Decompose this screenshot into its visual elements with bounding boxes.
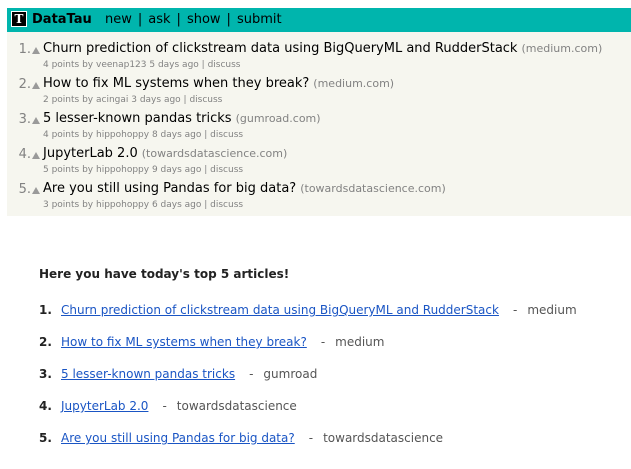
story-domain: (towardsdatascience.com) <box>141 147 288 160</box>
story-title-link[interactable]: 5 lesser-known pandas tricks <box>43 111 232 126</box>
story-rank: 1. <box>18 42 31 57</box>
article-row: 5. Are you still using Pandas for big dat… <box>39 430 443 446</box>
article-dash: - <box>249 367 254 381</box>
list-item: 5. Are you still using Pandas for big da… <box>7 181 631 216</box>
story-title-line: JupyterLab 2.0 (towardsdatascience.com) <box>43 146 287 162</box>
upvote-arrow-icon[interactable] <box>32 152 40 159</box>
discuss-link[interactable]: discuss <box>210 130 243 140</box>
site-name[interactable]: DataTau <box>32 12 92 28</box>
story-subtext: 4 points by hippohoppy 8 days ago | disc… <box>43 130 244 140</box>
article-number: 2. <box>39 335 52 349</box>
article-link[interactable]: JupyterLab 2.0 <box>61 399 148 413</box>
story-subtext: 5 points by hippohoppy 9 days ago | disc… <box>43 165 244 175</box>
story-title-line: How to fix ML systems when they break? (m… <box>43 76 394 92</box>
article-source: medium <box>527 303 577 317</box>
list-item: 1. Churn prediction of clickstream data … <box>7 41 631 76</box>
nav-new[interactable]: new <box>105 12 132 27</box>
article-link[interactable]: 5 lesser-known pandas tricks <box>61 367 235 381</box>
story-rank: 2. <box>18 77 31 92</box>
article-source: towardsdatascience <box>176 399 297 413</box>
article-dash: - <box>512 303 518 317</box>
discuss-link[interactable]: discuss <box>210 165 243 175</box>
article-link[interactable]: How to fix ML systems when they break? <box>61 335 307 349</box>
upvote-arrow-icon[interactable] <box>32 82 40 89</box>
upvote-arrow-icon[interactable] <box>32 117 40 124</box>
nav-separator: | <box>226 12 231 27</box>
discuss-link[interactable]: discuss <box>189 95 222 105</box>
story-title-link[interactable]: JupyterLab 2.0 <box>43 146 138 161</box>
nav-ask[interactable]: ask <box>148 12 170 27</box>
list-item: 3. 5 lesser-known pandas tricks (gumroad.… <box>7 111 631 146</box>
article-number: 3. <box>39 367 52 381</box>
article-source: medium <box>335 335 385 349</box>
story-meta: 5 points by hippohoppy 9 days ago <box>43 165 202 175</box>
datatau-logo-icon[interactable]: T <box>11 11 27 27</box>
article-link[interactable]: Are you still using Pandas for big data? <box>61 431 295 445</box>
article-number: 4. <box>39 399 52 413</box>
story-rank: 5. <box>18 182 31 197</box>
story-rank: 4. <box>18 147 31 162</box>
article-row: 1. Churn prediction of clickstream data u… <box>39 302 577 318</box>
list-item: 2. How to fix ML systems when they break… <box>7 76 631 111</box>
story-meta: 3 points by hippohoppy 6 days ago <box>43 200 202 210</box>
story-subtext: 3 points by hippohoppy 6 days ago | disc… <box>43 200 244 210</box>
article-number: 5. <box>39 431 52 445</box>
summary-heading: Here you have today's top 5 articles! <box>39 267 290 281</box>
story-meta: 2 points by acingai 3 days ago <box>43 95 181 105</box>
top-nav: new | ask | show | submit <box>105 12 282 28</box>
story-title-line: Churn prediction of clickstream data usi… <box>43 41 602 57</box>
upvote-arrow-icon[interactable] <box>32 47 40 54</box>
nav-submit[interactable]: submit <box>237 12 282 27</box>
story-subtext: 2 points by acingai 3 days ago | discuss <box>43 95 223 105</box>
story-domain: (medium.com) <box>521 42 603 55</box>
story-domain: (towardsdatascience.com) <box>300 182 446 195</box>
article-dash: - <box>308 431 314 445</box>
article-dash: - <box>162 399 167 413</box>
nav-show[interactable]: show <box>187 12 221 27</box>
discuss-link[interactable]: discuss <box>210 200 243 210</box>
list-item: 4. JupyterLab 2.0 (towardsdatascience.com… <box>7 146 631 181</box>
story-title-link[interactable]: How to fix ML systems when they break? <box>43 76 309 91</box>
story-title-line: Are you still using Pandas for big data?… <box>43 181 446 197</box>
article-row: 3. 5 lesser-known pandas tricks - gumroad <box>39 366 317 382</box>
nav-separator: | <box>137 12 143 27</box>
article-number: 1. <box>39 303 52 317</box>
story-meta: 4 points by hippohoppy 8 days ago <box>43 130 202 140</box>
datatau-frame: T DataTau new | ask | show | submit 1. Churn p… <box>7 8 631 216</box>
story-subtext: 4 points by veenap123 5 days ago | discu… <box>43 60 241 70</box>
story-domain: (gumroad.com) <box>235 112 321 125</box>
story-title-link[interactable]: Are you still using Pandas for big data? <box>43 181 296 196</box>
article-source: gumroad <box>263 367 318 381</box>
article-link[interactable]: Churn prediction of clickstream data usi… <box>61 303 499 317</box>
article-row: 2. How to fix ML systems when they break?… <box>39 334 384 350</box>
nav-separator: | <box>176 12 181 27</box>
article-source: towardsdatascience <box>323 431 444 445</box>
story-meta: 4 points by veenap123 5 days ago <box>43 60 199 70</box>
story-rank: 3. <box>18 112 31 127</box>
top-bar: T DataTau new | ask | show | submit <box>7 8 631 32</box>
upvote-arrow-icon[interactable] <box>32 187 40 194</box>
story-list: 1. Churn prediction of clickstream data … <box>7 41 631 216</box>
article-row: 4. JupyterLab 2.0- towardsdatascience <box>39 398 297 414</box>
story-title-link[interactable]: Churn prediction of clickstream data usi… <box>43 41 517 56</box>
article-dash: - <box>320 335 326 349</box>
story-domain: (medium.com) <box>313 77 395 90</box>
discuss-link[interactable]: discuss <box>208 60 241 70</box>
story-title-line: 5 lesser-known pandas tricks (gumroad.com… <box>43 111 321 127</box>
